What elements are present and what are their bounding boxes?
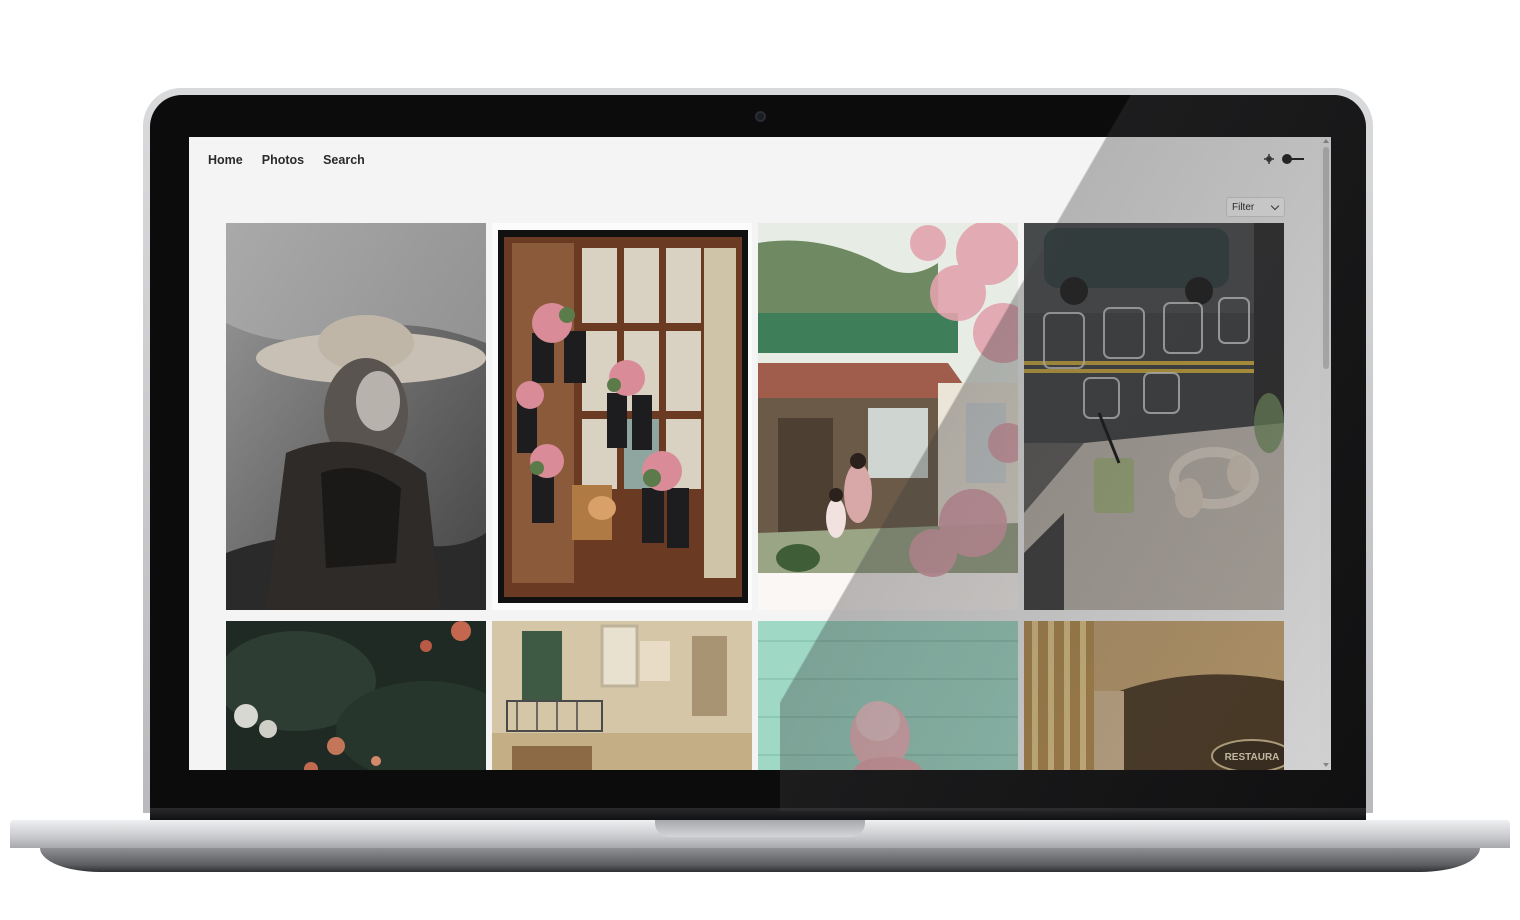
theme-toggle-icon[interactable] [1282,154,1304,164]
main-nav: Home Photos Search [208,153,365,167]
laptop-mockup: Home Photos Search Filter RESTAURA [0,0,1520,920]
scroll-up-arrow-icon[interactable] [1323,139,1329,143]
photo-tile[interactable] [226,223,486,610]
laptop-base-bottom [40,848,1480,872]
photo-tile[interactable] [492,621,752,770]
chevron-down-icon [1270,201,1280,210]
nav-search-link[interactable]: Search [323,153,365,167]
vertical-scrollbar[interactable] [1320,137,1331,770]
photo-tile[interactable] [758,223,1018,610]
photo-tile[interactable] [758,621,1018,770]
scroll-down-arrow-icon[interactable] [1323,763,1329,767]
photo-building-balconies [492,621,752,770]
photo-tile[interactable]: RESTAURA [1024,621,1284,770]
sun-icon [1264,154,1274,164]
scrollbar-thumb[interactable] [1323,147,1329,369]
filter-dropdown[interactable]: Filter [1226,197,1285,217]
nav-home-link[interactable]: Home [208,153,243,167]
theme-switcher[interactable] [1264,154,1304,164]
photo-wooden-house-blossoms [758,223,1018,610]
filter-label: Filter [1232,201,1255,213]
photo-tile[interactable] [226,621,486,770]
photo-tile[interactable] [1024,223,1284,610]
photo-boots-flower-window [492,223,752,610]
nav-photos-link[interactable]: Photos [262,153,304,167]
laptop-notch [655,820,865,837]
photo-pink-ice-cream [758,621,1018,770]
photo-cafe-window-headphones [1024,223,1284,610]
photo-restaurant-sign: RESTAURA [1024,621,1284,770]
webcam-icon [755,111,766,122]
photo-dark-foliage-flowers [226,621,486,770]
photo-girl-straw-hat [226,223,486,610]
browser-viewport: Home Photos Search Filter RESTAURA [189,137,1331,770]
photo-tile[interactable] [492,223,752,610]
svg-text:RESTAURA: RESTAURA [1225,752,1280,763]
